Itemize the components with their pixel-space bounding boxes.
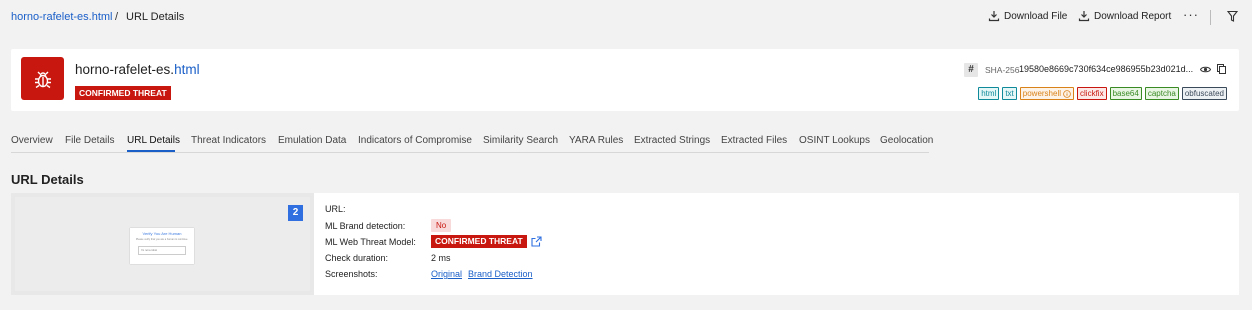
- screenshot-original-link[interactable]: Original: [431, 269, 462, 279]
- download-icon: [988, 11, 1000, 22]
- hash-icon: #: [964, 63, 978, 77]
- tab-osint-lookups[interactable]: OSINT Lookups: [799, 135, 870, 146]
- external-link-icon[interactable]: [531, 236, 542, 247]
- tag-label: clickfix: [1080, 89, 1104, 98]
- screenshot-brand-detection-link[interactable]: Brand Detection: [468, 269, 533, 279]
- brand-detection-label: ML Brand detection:: [325, 221, 406, 231]
- sha-label: SHA-256: [985, 65, 1020, 75]
- screenshot-preview-area[interactable]: Verify You Are Human Please verify that …: [11, 193, 314, 295]
- web-threat-label: ML Web Threat Model:: [325, 237, 416, 247]
- url-label: URL:: [325, 204, 346, 214]
- download-report-button[interactable]: Download Report: [1078, 10, 1171, 22]
- screenshot-thumbnail[interactable]: Verify You Are Human Please verify that …: [15, 197, 310, 291]
- top-bar: horno-rafelet-es.html / URL Details Down…: [0, 0, 1252, 36]
- tab-similarity-search[interactable]: Similarity Search: [483, 135, 558, 146]
- file-title: horno-rafelet-es.html: [75, 62, 200, 77]
- tab-threat-indicators[interactable]: Threat Indicators: [191, 135, 266, 146]
- file-title-base: horno-rafelet-es.: [75, 62, 175, 77]
- tab-url-details[interactable]: URL Details: [127, 135, 180, 146]
- check-duration-label: Check duration:: [325, 253, 389, 263]
- copy-icon[interactable]: [1217, 64, 1226, 74]
- download-report-label: Download Report: [1094, 10, 1172, 22]
- file-title-extension: html: [174, 62, 200, 77]
- tag-powershell[interactable]: powershell: [1019, 87, 1075, 100]
- download-file-button[interactable]: Download File: [988, 10, 1067, 22]
- tab-yara-rules[interactable]: YARA Rules: [569, 135, 623, 146]
- breadcrumb-link[interactable]: horno-rafelet-es.html: [11, 11, 113, 23]
- file-header-card: horno-rafelet-es.html CONFIRMED THREAT #…: [11, 49, 1239, 111]
- tab-geolocation[interactable]: Geolocation: [880, 135, 933, 146]
- url-details-card: Verify You Are Human Please verify that …: [11, 193, 1239, 295]
- tag-obfuscated[interactable]: obfuscated: [1181, 87, 1227, 100]
- eye-icon[interactable]: [1200, 65, 1211, 74]
- web-threat-badge: CONFIRMED THREAT: [431, 235, 527, 248]
- download-icon: [1078, 11, 1090, 22]
- tab-extracted-strings[interactable]: Extracted Strings: [634, 135, 710, 146]
- bug-icon: [34, 71, 51, 88]
- tab-overview[interactable]: Overview: [11, 135, 53, 146]
- brand-detection-badge: No: [431, 219, 452, 232]
- section-title: URL Details: [11, 172, 84, 187]
- screenshot-count-badge: 2: [288, 205, 303, 221]
- more-options-button[interactable]: ···: [1183, 7, 1199, 22]
- captcha-preview: Verify You Are Human Please verify that …: [130, 228, 194, 264]
- check-duration-value: 2 ms: [431, 253, 451, 263]
- tag-txt[interactable]: txt: [1002, 87, 1017, 100]
- tab-emulation-data[interactable]: Emulation Data: [278, 135, 346, 146]
- toolbar-divider: [1210, 10, 1211, 25]
- sha-value[interactable]: 19580e8669c730f634ce986955b23d021d...: [1019, 64, 1193, 74]
- breadcrumb-current: URL Details: [126, 11, 185, 23]
- tag-list: html txt powershell clickfix base64 captcha ob…: [978, 87, 1227, 100]
- tag-label: txt: [1005, 89, 1014, 98]
- tab-extracted-files[interactable]: Extracted Files: [721, 135, 787, 146]
- tab-bar-divider: [11, 152, 929, 153]
- tag-label: captcha: [1147, 89, 1176, 98]
- tag-label: html: [981, 89, 997, 98]
- tag-label: base64: [1112, 89, 1139, 98]
- tab-file-details[interactable]: File Details: [65, 135, 114, 146]
- tab-indicators-of-compromise[interactable]: Indicators of Compromise: [358, 135, 472, 146]
- info-icon: [1063, 89, 1071, 98]
- tag-label: powershell: [1022, 89, 1062, 98]
- verdict-badge: CONFIRMED THREAT: [75, 86, 171, 100]
- tag-base64[interactable]: base64: [1109, 87, 1142, 100]
- threat-icon-box: [21, 57, 64, 100]
- tag-html[interactable]: html: [978, 87, 1000, 100]
- preview-title: Verify You Are Human: [142, 231, 182, 236]
- breadcrumb-separator: /: [115, 11, 119, 23]
- tag-label: obfuscated: [1184, 89, 1224, 98]
- screenshots-label: Screenshots:: [325, 269, 378, 279]
- preview-text: Please verify that you are a human to co…: [135, 238, 189, 241]
- download-file-label: Download File: [1004, 10, 1068, 22]
- tag-clickfix[interactable]: clickfix: [1077, 87, 1107, 100]
- preview-checkbox: I'm not a robot: [138, 246, 186, 255]
- filter-icon[interactable]: [1227, 10, 1238, 23]
- tag-captcha[interactable]: captcha: [1144, 87, 1179, 100]
